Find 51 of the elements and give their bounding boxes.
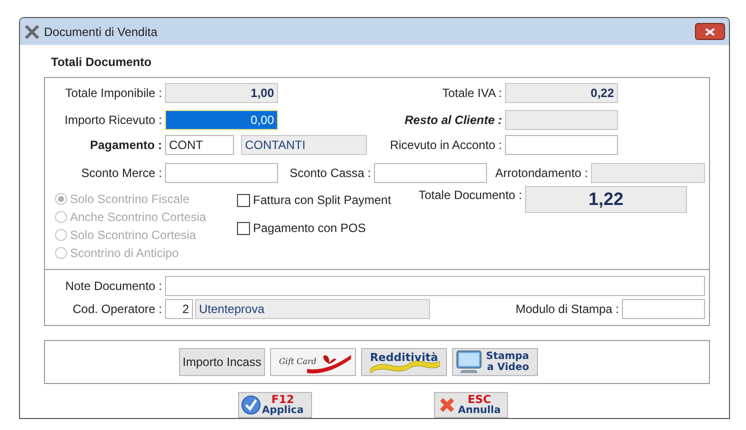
- shortcut-key: ESC: [468, 394, 492, 405]
- input-field[interactable]: [374, 163, 487, 184]
- section-title: Totali Documento: [51, 55, 152, 70]
- close-button[interactable]: [695, 23, 725, 40]
- field-label: Totale Imponibile :: [64, 85, 163, 102]
- profitability-button[interactable]: Redditività: [361, 348, 447, 376]
- apply-button[interactable]: F12 Applica: [238, 392, 312, 418]
- cancel-button[interactable]: ESC Annulla: [434, 392, 508, 418]
- input-field[interactable]: 1,00: [165, 83, 278, 104]
- field-label: Totale IVA :: [441, 85, 503, 102]
- button-label: a Video: [487, 362, 530, 374]
- input-field[interactable]: [165, 276, 705, 296]
- toolbar-button[interactable]: Importo Incass: [179, 348, 265, 376]
- input-field[interactable]: Utenteprova: [195, 299, 430, 320]
- checkbox-option[interactable]: Pagamento con POS: [237, 220, 415, 236]
- field-label: Note Documento :: [64, 278, 163, 296]
- field-label: Sconto Cassa :: [288, 165, 372, 182]
- button-label: Applica: [262, 405, 304, 416]
- close-icon: [705, 28, 715, 36]
- checkmark-icon: [241, 395, 261, 415]
- input-field[interactable]: [505, 110, 618, 130]
- input-field[interactable]: [165, 163, 278, 184]
- field-label: Modulo di Stampa :: [514, 301, 620, 318]
- checkbox-option[interactable]: Fattura con Split Payment: [237, 192, 415, 208]
- monitor-icon: [456, 350, 482, 374]
- button-label: Stampa: [486, 351, 530, 362]
- app-icon: [24, 24, 40, 40]
- field-label: Pagamento :: [88, 137, 163, 154]
- field-label: Sconto Merce :: [80, 165, 163, 182]
- input-field[interactable]: CONTANTI: [241, 135, 367, 156]
- gift-card-button[interactable]: Gift Card: [270, 348, 356, 376]
- input-field[interactable]: CONT: [165, 135, 234, 156]
- field-label: Arrotondamento :: [494, 165, 589, 182]
- field-label: Cod. Operatore :: [72, 301, 163, 318]
- shortcut-key: F12: [271, 394, 294, 405]
- field-label: Importo Ricevuto :: [64, 112, 163, 130]
- input-field[interactable]: [591, 163, 705, 184]
- total-field[interactable]: 1,22: [525, 186, 687, 214]
- button-label: Annulla: [458, 405, 501, 416]
- input-field[interactable]: 0,00: [165, 110, 278, 130]
- field-label: Ricevuto in Acconto :: [388, 137, 503, 154]
- print-preview-button[interactable]: Stampa a Video: [452, 348, 538, 376]
- field-label: Resto al Cliente :: [404, 112, 503, 130]
- input-field[interactable]: [622, 299, 705, 320]
- field-label: Totale Documento :: [418, 187, 523, 204]
- window-title: Documenti di Vendita: [44, 24, 158, 41]
- input-field[interactable]: 2: [165, 299, 193, 320]
- input-field[interactable]: [505, 135, 618, 156]
- input-field[interactable]: 0,22: [505, 83, 618, 104]
- checkbox[interactable]: [237, 194, 250, 207]
- checkbox[interactable]: [237, 222, 250, 235]
